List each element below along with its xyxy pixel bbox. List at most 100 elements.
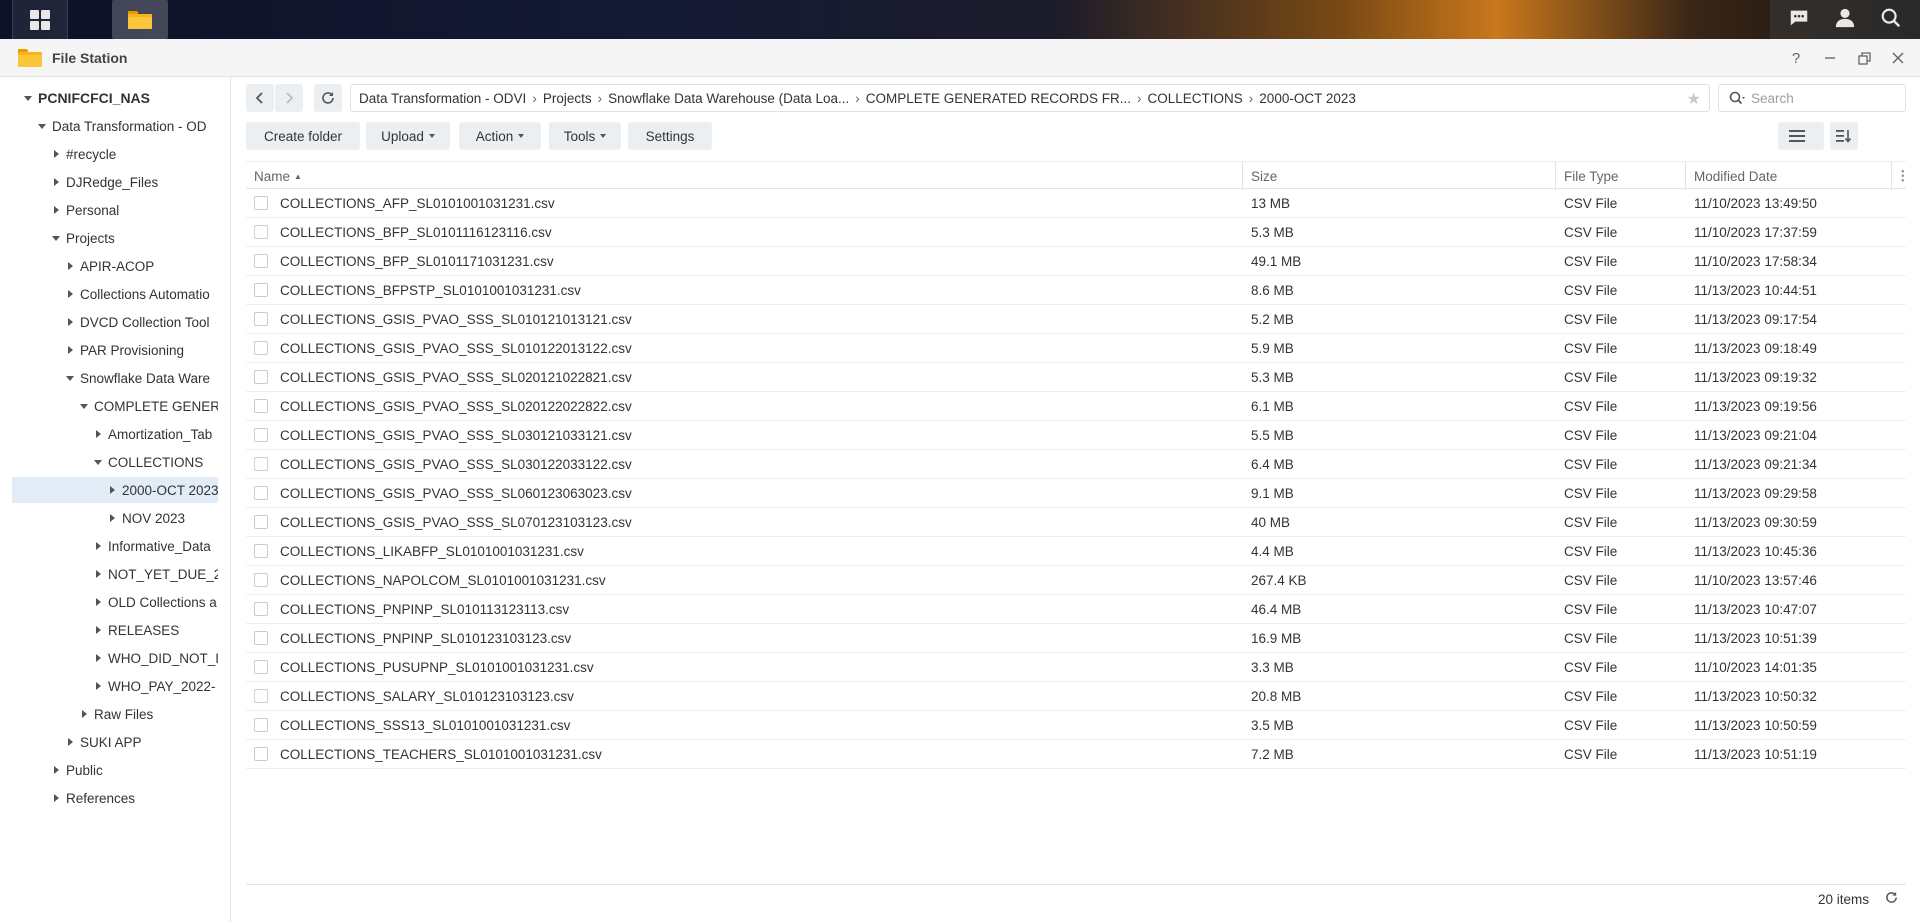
table-row[interactable]: COLLECTIONS_TEACHERS_SL0101001031231.csv…: [246, 740, 1906, 769]
row-checkbox[interactable]: [254, 631, 268, 645]
table-row[interactable]: COLLECTIONS_AFP_SL0101001031231.csv 13 MB…: [246, 189, 1906, 218]
column-options-icon[interactable]: ⋮: [1894, 162, 1910, 190]
sidebar-item[interactable]: WHO_DID_NOT_I: [12, 645, 218, 671]
create-folder-button[interactable]: Create folder: [246, 122, 360, 150]
row-checkbox[interactable]: [254, 370, 268, 384]
caret-right-icon[interactable]: [92, 568, 104, 580]
caret-right-icon[interactable]: [92, 540, 104, 552]
close-icon[interactable]: [1890, 50, 1906, 66]
caret-right-icon[interactable]: [92, 652, 104, 664]
caret-right-icon[interactable]: [50, 764, 62, 776]
sidebar-item[interactable]: Collections Automatio: [12, 281, 218, 307]
table-row[interactable]: COLLECTIONS_LIKABFP_SL0101001031231.csv 4…: [246, 537, 1906, 566]
caret-right-icon[interactable]: [106, 512, 118, 524]
breadcrumb-item[interactable]: Projects: [543, 91, 592, 106]
sidebar-item[interactable]: #recycle: [12, 141, 218, 167]
row-checkbox[interactable]: [254, 602, 268, 616]
sidebar-item[interactable]: Public: [12, 757, 218, 783]
search-icon[interactable]: [1880, 7, 1902, 32]
breadcrumb[interactable]: Data Transformation - ODVI › Projects › Snow…: [350, 84, 1710, 112]
sidebar-item[interactable]: Amortization_Tab: [12, 421, 218, 447]
breadcrumb-item[interactable]: COLLECTIONS: [1148, 91, 1243, 106]
user-icon[interactable]: [1834, 7, 1856, 32]
table-row[interactable]: COLLECTIONS_BFP_SL0101171031231.csv 49.1 …: [246, 247, 1906, 276]
forward-button[interactable]: [275, 84, 303, 112]
tools-button[interactable]: Tools: [549, 122, 621, 150]
caret-right-icon[interactable]: [92, 596, 104, 608]
caret-down-icon[interactable]: [22, 92, 34, 104]
row-checkbox[interactable]: [254, 196, 268, 210]
upload-button[interactable]: Upload: [366, 122, 450, 150]
sidebar-item[interactable]: Projects: [12, 225, 218, 251]
action-button[interactable]: Action: [459, 122, 541, 150]
table-row[interactable]: COLLECTIONS_SALARY_SL010123103123.csv 20.…: [246, 682, 1906, 711]
table-row[interactable]: COLLECTIONS_GSIS_PVAO_SSS_SL030121033121…: [246, 421, 1906, 450]
sidebar-item[interactable]: OLD Collections a: [12, 589, 218, 615]
caret-down-icon[interactable]: [64, 372, 76, 384]
row-checkbox[interactable]: [254, 225, 268, 239]
caret-down-icon[interactable]: [36, 120, 48, 132]
back-button[interactable]: [246, 84, 274, 112]
column-header-modified-date[interactable]: Modified Date: [1686, 162, 1886, 190]
column-header-name[interactable]: Name ▲: [246, 162, 1240, 190]
table-row[interactable]: COLLECTIONS_GSIS_PVAO_SSS_SL010122013122…: [246, 334, 1906, 363]
sidebar-item[interactable]: RELEASES: [12, 617, 218, 643]
window-titlebar[interactable]: File Station ?: [0, 39, 1920, 77]
view-mode-button[interactable]: [1778, 122, 1824, 150]
sidebar-item[interactable]: PAR Provisioning: [12, 337, 218, 363]
caret-right-icon[interactable]: [50, 792, 62, 804]
breadcrumb-item[interactable]: Snowflake Data Warehouse (Data Loa...: [608, 91, 849, 106]
sort-button[interactable]: [1830, 122, 1858, 150]
caret-right-icon[interactable]: [106, 484, 118, 496]
sidebar-item[interactable]: APIR-ACOP: [12, 253, 218, 279]
caret-down-icon[interactable]: [78, 400, 90, 412]
row-checkbox[interactable]: [254, 428, 268, 442]
sidebar-item[interactable]: SUKI APP: [12, 729, 218, 755]
row-checkbox[interactable]: [254, 718, 268, 732]
table-row[interactable]: COLLECTIONS_BFPSTP_SL0101001031231.csv 8.…: [246, 276, 1906, 305]
caret-right-icon[interactable]: [92, 428, 104, 440]
row-checkbox[interactable]: [254, 341, 268, 355]
column-header-size[interactable]: Size: [1243, 162, 1555, 190]
row-checkbox[interactable]: [254, 689, 268, 703]
table-row[interactable]: COLLECTIONS_GSIS_PVAO_SSS_SL020122022822…: [246, 392, 1906, 421]
search-input[interactable]: [1751, 90, 1881, 106]
table-row[interactable]: COLLECTIONS_PNPINP_SL010113123113.csv 46.…: [246, 595, 1906, 624]
file-station-taskbar-button[interactable]: [112, 0, 168, 39]
row-checkbox[interactable]: [254, 283, 268, 297]
row-checkbox[interactable]: [254, 254, 268, 268]
caret-right-icon[interactable]: [64, 288, 76, 300]
sidebar-item[interactable]: COMPLETE GENERA: [12, 393, 218, 419]
row-checkbox[interactable]: [254, 573, 268, 587]
caret-right-icon[interactable]: [64, 260, 76, 272]
sidebar-item[interactable]: NOV 2023: [12, 505, 218, 531]
sidebar-item[interactable]: Snowflake Data Ware: [12, 365, 218, 391]
caret-right-icon[interactable]: [50, 176, 62, 188]
refresh-button[interactable]: [314, 84, 342, 112]
sidebar-item[interactable]: PCNIFCFCI_NAS: [12, 85, 218, 111]
caret-right-icon[interactable]: [78, 708, 90, 720]
table-row[interactable]: COLLECTIONS_GSIS_PVAO_SSS_SL070123103123…: [246, 508, 1906, 537]
caret-right-icon[interactable]: [50, 148, 62, 160]
table-row[interactable]: COLLECTIONS_GSIS_PVAO_SSS_SL060123063023…: [246, 479, 1906, 508]
favorite-star-icon[interactable]: ★: [1687, 89, 1701, 109]
table-row[interactable]: COLLECTIONS_SSS13_SL0101001031231.csv 3.5…: [246, 711, 1906, 740]
refresh-icon[interactable]: [1885, 891, 1898, 908]
row-checkbox[interactable]: [254, 544, 268, 558]
caret-right-icon[interactable]: [64, 316, 76, 328]
sidebar-item[interactable]: NOT_YET_DUE_2: [12, 561, 218, 587]
caret-right-icon[interactable]: [64, 344, 76, 356]
sidebar-item[interactable]: 2000-OCT 2023: [12, 477, 218, 503]
restore-icon[interactable]: [1856, 50, 1872, 66]
row-checkbox[interactable]: [254, 312, 268, 326]
breadcrumb-item[interactable]: COMPLETE GENERATED RECORDS FR...: [866, 91, 1131, 106]
row-checkbox[interactable]: [254, 399, 268, 413]
sidebar-item[interactable]: DJRedge_Files: [12, 169, 218, 195]
breadcrumb-item[interactable]: 2000-OCT 2023: [1259, 91, 1356, 106]
minimize-icon[interactable]: [1822, 50, 1838, 66]
sidebar-item[interactable]: Data Transformation - OD: [12, 113, 218, 139]
table-row[interactable]: COLLECTIONS_PNPINP_SL010123103123.csv 16.…: [246, 624, 1906, 653]
table-row[interactable]: COLLECTIONS_BFP_SL0101116123116.csv 5.3 M…: [246, 218, 1906, 247]
chat-icon[interactable]: [1788, 7, 1810, 32]
caret-right-icon[interactable]: [92, 680, 104, 692]
